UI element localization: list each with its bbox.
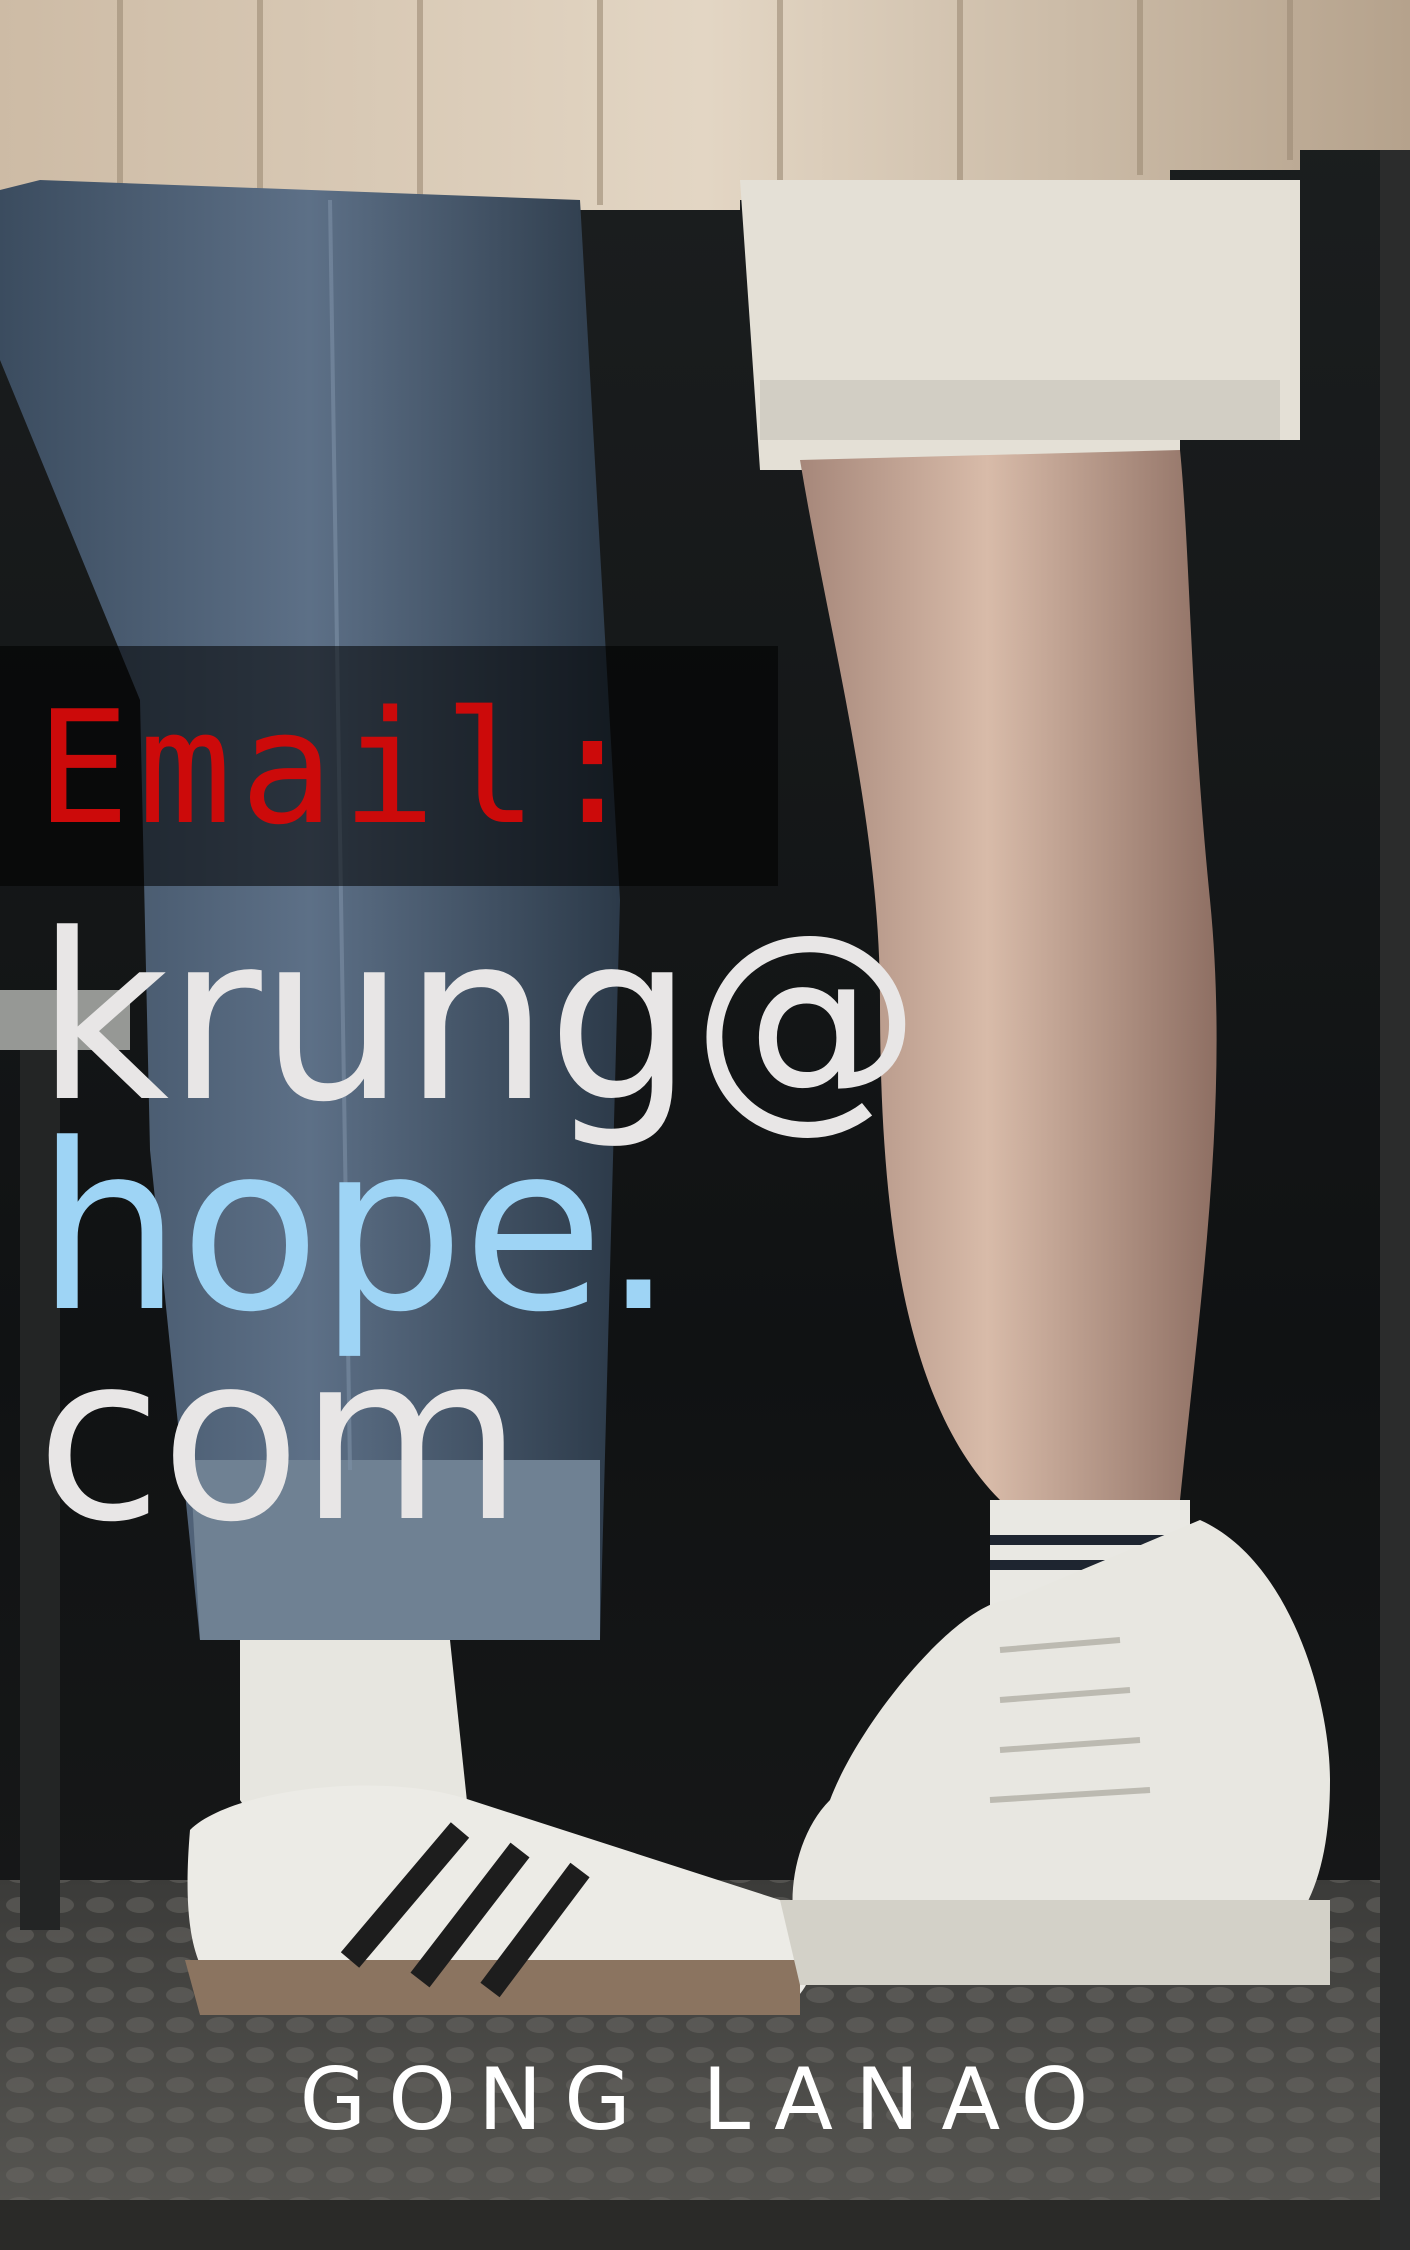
book-cover: Email: krung@ hope. com GONG LANAO <box>0 0 1410 2250</box>
email-line-tld: com <box>36 1306 523 1573</box>
author-name: GONG LANAO <box>299 2050 1111 2150</box>
email-label: Email: <box>36 677 648 859</box>
